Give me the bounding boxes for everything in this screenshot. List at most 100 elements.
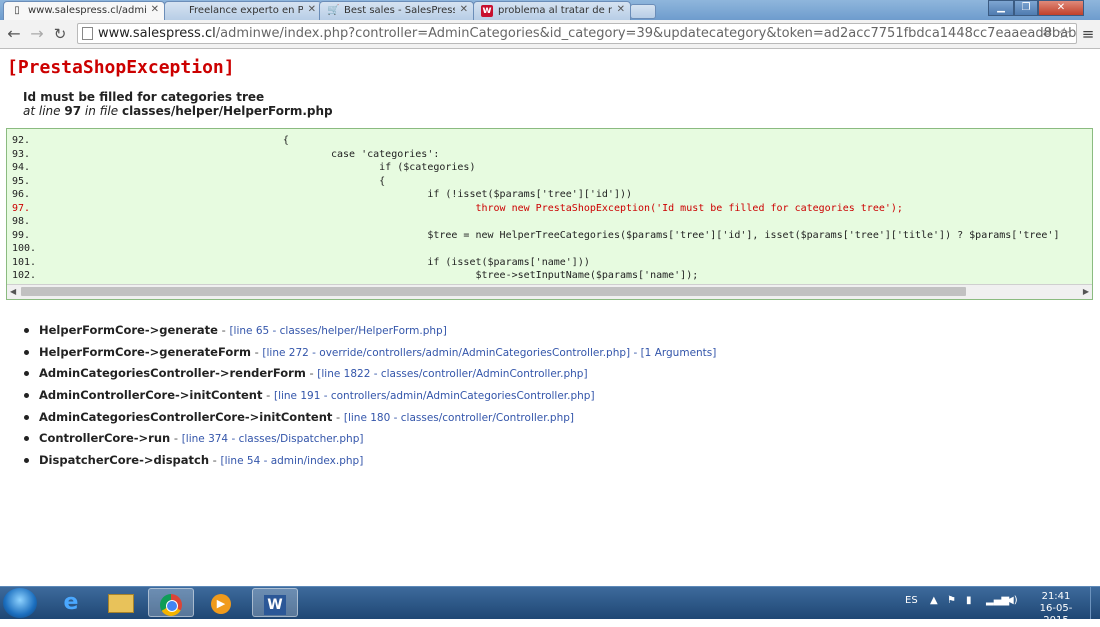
- trace-call: HelperFormCore->generate: [39, 323, 218, 337]
- minimize-button[interactable]: ▁: [988, 0, 1014, 16]
- trace-call: DispatcherCore->dispatch: [39, 453, 210, 468]
- translate-icon[interactable]: ⇄: [1043, 26, 1052, 39]
- line-number: 100.: [12, 243, 37, 254]
- close-tab-icon[interactable]: ✕: [151, 4, 159, 15]
- trace-separator: -: [170, 431, 182, 446]
- trace-call: AdminCategoriesControllerCore->initConte…: [39, 409, 333, 424]
- trace-separator: -: [217, 323, 230, 337]
- bullet-icon: [24, 371, 29, 377]
- tab-salespress-admin[interactable]: ▯ www.salespress.cl/adminwe/ ✕: [3, 1, 165, 20]
- trace-call: ControllerCore->run: [39, 431, 171, 446]
- trace-location-link[interactable]: [line 374 - classes/Dispatcher.php]: [182, 433, 364, 445]
- explorer-icon[interactable]: [98, 588, 144, 617]
- page-icon: [82, 27, 93, 40]
- code-text: $tree->setInputName($params['name']);: [42, 270, 699, 281]
- ie-icon[interactable]: e: [48, 588, 94, 617]
- bullet-icon: [24, 349, 29, 355]
- code-line: 102. $tree->setInputName($params['name']…: [12, 269, 698, 283]
- line-number: 96.: [12, 189, 31, 200]
- close-tab-icon[interactable]: ✕: [308, 4, 316, 15]
- horizontal-scrollbar[interactable]: ◀ ▶: [7, 284, 1092, 299]
- trace-location-link[interactable]: [line 54 - admin/index.php]: [221, 455, 364, 467]
- word-icon[interactable]: W: [252, 588, 298, 617]
- line-number: 98.: [12, 216, 31, 227]
- trace-location-link[interactable]: [line 180 - classes/controller/Controlle…: [344, 412, 574, 424]
- trace-location-link[interactable]: [line 65 - classes/helper/HelperForm.php…: [229, 325, 446, 337]
- code-text: case 'categories':: [42, 148, 440, 160]
- exception-message: Id must be filled for categories tree: [23, 90, 265, 104]
- url-path: /adminwe/index.php?controller=AdminCateg…: [215, 26, 1077, 41]
- tab-problema[interactable]: w problema al tratar de mod ✕: [473, 1, 631, 20]
- bookmark-star-icon[interactable]: ☆: [1058, 24, 1071, 42]
- line-number: 99.: [12, 229, 31, 241]
- trace-separator: -: [209, 453, 221, 468]
- trace-separator: -: [305, 366, 318, 381]
- code-line: 94. if ($categories): [12, 161, 475, 175]
- show-desktop-button[interactable]: [1090, 587, 1100, 619]
- code-text: if ($categories): [42, 162, 476, 173]
- back-button[interactable]: ←: [4, 24, 24, 44]
- chrome-menu-icon[interactable]: ≡: [1080, 24, 1096, 44]
- code-text: {: [42, 175, 386, 187]
- code-line: 92. {: [12, 134, 289, 148]
- trace-location-link[interactable]: [line 1822 - classes/controller/AdminCon…: [317, 368, 587, 380]
- cart-icon: 🛒: [327, 5, 340, 16]
- line-number: 102.: [12, 270, 37, 281]
- bullet-icon: [24, 458, 29, 464]
- code-text: {: [42, 135, 289, 146]
- power-icon[interactable]: ▮: [966, 595, 972, 606]
- maximize-button[interactable]: ❐: [1014, 0, 1038, 16]
- stack-trace-item: DispatcherCore->dispatch - [line 54 - ad…: [24, 453, 716, 475]
- address-bar[interactable]: www.salespress.cl/adminwe/index.php?cont…: [77, 23, 1077, 44]
- scroll-left-icon[interactable]: ◀: [10, 285, 16, 299]
- volume-icon[interactable]: ◀): [1006, 595, 1018, 606]
- close-window-button[interactable]: ✕: [1038, 0, 1084, 16]
- system-clock[interactable]: 21:41 16-05-2015: [1030, 591, 1082, 627]
- scroll-right-icon[interactable]: ▶: [1083, 285, 1089, 299]
- show-hidden-icons-icon[interactable]: ▲: [930, 595, 938, 606]
- bullet-icon: [24, 393, 29, 399]
- trace-separator: -: [250, 344, 263, 359]
- chrome-icon[interactable]: [148, 588, 194, 617]
- windows-taskbar: e ▶ W ES ▲ ⚑ ▮ ▂▄▆ ◀) 21:41 16-05-2015: [0, 586, 1100, 626]
- media-player-icon[interactable]: ▶: [198, 588, 244, 617]
- new-tab-button[interactable]: [630, 4, 656, 19]
- trace-call: AdminCategoriesController->renderForm: [39, 366, 306, 381]
- line-number: 97.: [12, 202, 31, 214]
- reload-button[interactable]: ↻: [50, 24, 70, 44]
- error-code-line: 97. throw new PrestaShopException('Id mu…: [12, 202, 903, 216]
- close-tab-icon[interactable]: ✕: [617, 4, 625, 15]
- exception-title: [PrestaShopException]: [7, 57, 235, 78]
- forward-button[interactable]: →: [27, 24, 47, 44]
- stack-trace-item: AdminCategoriesControllerCore->initConte…: [24, 410, 716, 432]
- bullet-icon: [24, 414, 29, 420]
- code-line: 93. case 'categories':: [12, 148, 439, 162]
- trace-call: AdminControllerCore->initContent: [39, 388, 263, 403]
- start-button[interactable]: [3, 588, 37, 618]
- stack-trace-item: AdminControllerCore->initContent - [line…: [24, 388, 716, 410]
- browser-toolbar: ← → ↻ www.salespress.cl/adminwe/index.ph…: [0, 20, 1100, 49]
- close-tab-icon[interactable]: ✕: [460, 4, 468, 15]
- page-icon: [172, 5, 184, 17]
- url-host: www.salespress.cl: [98, 26, 216, 41]
- tab-freelance[interactable]: Freelance experto en Pres ✕: [164, 1, 322, 20]
- tab-best-sales[interactable]: 🛒 Best sales - SalesPress ✕: [319, 1, 474, 20]
- code-text: throw new PrestaShopException('Id must b…: [42, 202, 903, 214]
- stack-trace-item: HelperFormCore->generate - [line 65 - cl…: [24, 323, 716, 345]
- stack-trace-list: HelperFormCore->generate - [line 65 - cl…: [24, 323, 716, 475]
- trace-location-link[interactable]: [line 191 - controllers/admin/AdminCateg…: [274, 390, 595, 402]
- code-line: 98.: [12, 215, 42, 229]
- line-number: 93.: [12, 148, 31, 160]
- trace-separator: -: [262, 388, 274, 403]
- code-line: 96. if (!isset($params['tree']['id'])): [12, 188, 632, 202]
- scrollbar-thumb[interactable]: [21, 287, 966, 296]
- trace-location-link[interactable]: [line 272 - override/controllers/admin/A…: [262, 347, 716, 359]
- line-number: 101.: [12, 256, 37, 268]
- code-text: $tree = new HelperTreeCategories($params…: [42, 229, 1060, 241]
- stack-trace-item: AdminCategoriesController->renderForm - …: [24, 366, 716, 388]
- trace-separator: -: [332, 409, 344, 424]
- language-indicator[interactable]: ES: [905, 595, 918, 606]
- code-line: 95. {: [12, 175, 385, 189]
- line-number: 92.: [12, 135, 31, 146]
- flag-icon[interactable]: ⚑: [947, 595, 956, 606]
